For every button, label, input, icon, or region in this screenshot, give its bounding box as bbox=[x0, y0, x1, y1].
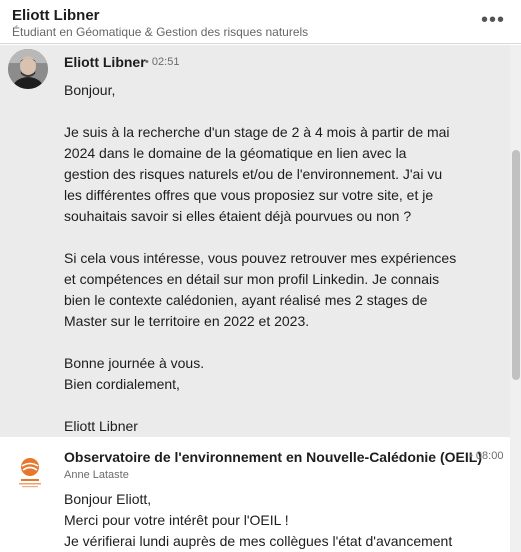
message-timestamp: • 08:00 bbox=[469, 450, 504, 462]
message-timestamp: • 02:51 bbox=[145, 56, 180, 68]
message-subsender: Anne Lataste bbox=[64, 469, 129, 481]
more-options-icon[interactable]: ••• bbox=[481, 10, 505, 30]
scrollbar-thumb[interactable] bbox=[512, 150, 520, 380]
message-thread: Eliott Libner • 02:51 Bonjour, Je suis à… bbox=[0, 45, 510, 552]
message-body: Bonjour Eliott, Merci pour votre intérêt… bbox=[64, 491, 453, 549]
contact-headline: Étudiant en Géomatique & Gestion des ris… bbox=[12, 25, 309, 39]
message-sender[interactable]: Observatoire de l'environnement en Nouve… bbox=[64, 449, 482, 465]
message-item: Observatoire de l'environnement en Nouve… bbox=[0, 437, 510, 552]
avatar[interactable] bbox=[8, 49, 48, 89]
message-sender[interactable]: Eliott Libner bbox=[64, 54, 146, 70]
message-body: Bonjour, Je suis à la recherche d'un sta… bbox=[64, 82, 457, 434]
message-item: Eliott Libner • 02:51 Bonjour, Je suis à… bbox=[0, 45, 510, 437]
contact-name[interactable]: Eliott Libner bbox=[12, 7, 100, 24]
oeil-logo[interactable] bbox=[12, 453, 48, 489]
conversation-header: Eliott Libner Étudiant en Géomatique & G… bbox=[0, 0, 521, 44]
